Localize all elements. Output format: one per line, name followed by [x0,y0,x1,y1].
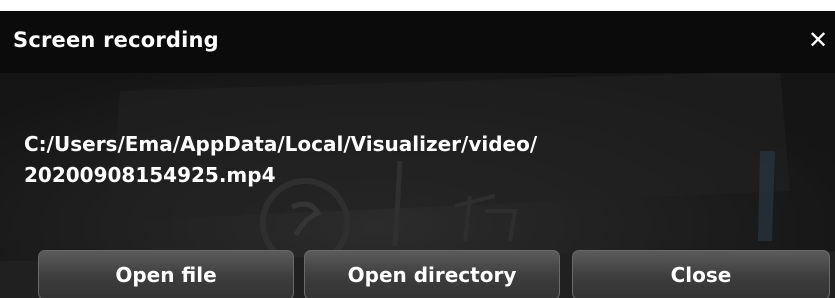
path-line-filename: 20200908154925.mp4 [24,163,276,187]
screen-recording-dialog: Screen recording ✕ C:/Users/Ema/AppData/… [0,11,835,298]
close-icon[interactable]: ✕ [808,25,835,55]
dialog-title: Screen recording [13,28,219,52]
path-line-directory: C:/Users/Ema/AppData/Local/Visualizer/vi… [24,132,538,156]
open-file-button[interactable]: Open file [38,250,294,298]
close-button[interactable]: Close [572,250,830,298]
video-file-path: C:/Users/Ema/AppData/Local/Visualizer/vi… [24,129,814,191]
open-directory-button[interactable]: Open directory [304,250,560,298]
title-bar: Screen recording ✕ [0,11,835,73]
